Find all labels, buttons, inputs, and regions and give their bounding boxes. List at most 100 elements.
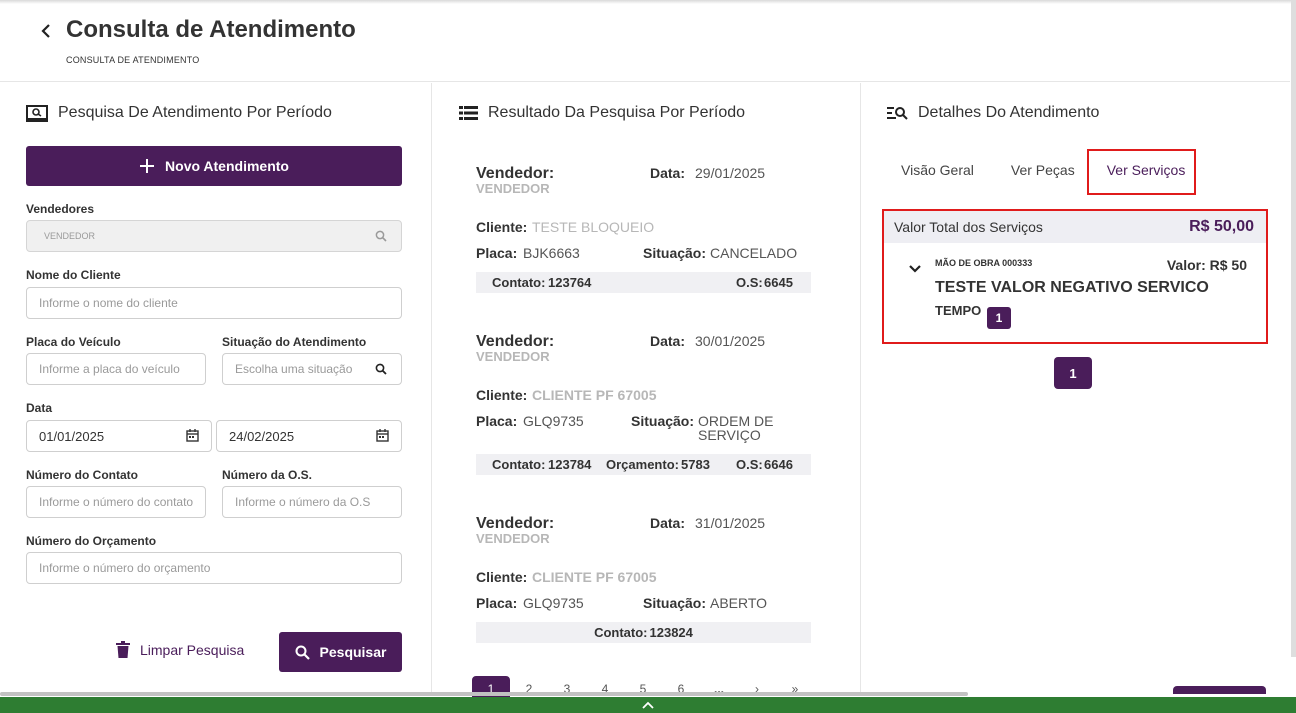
situacao-value: ABERTO <box>710 595 768 611</box>
data-value: 29/01/2025 <box>695 165 766 181</box>
page-header: Consulta de Atendimento CONSULTA DE ATEN… <box>0 0 1290 82</box>
contato-label: Contato: <box>492 275 546 290</box>
vertical-scrollbar[interactable] <box>1291 0 1296 657</box>
trash-icon <box>116 641 130 658</box>
plate-input[interactable] <box>26 353 206 385</box>
tab-overview[interactable]: Visão Geral <box>901 149 974 191</box>
situacao-label: Situação: <box>643 595 707 611</box>
active-tab-highlight <box>1087 149 1196 195</box>
details-panel-title: Detalhes Do Atendimento <box>887 104 1099 122</box>
calendar-icon[interactable] <box>185 428 199 442</box>
clear-search-button[interactable]: Limpar Pesquisa <box>116 641 244 658</box>
result-card[interactable]: Vendedor: VENDEDOR Data: 29/01/2025 Clie… <box>476 163 811 293</box>
services-box: Valor Total dos Serviços R$ 50,00 MÃO DE… <box>882 209 1268 344</box>
clear-search-label: Limpar Pesquisa <box>140 641 245 658</box>
placa-label: Placa: <box>476 245 518 261</box>
vendedor-value: VENDEDOR <box>476 181 550 196</box>
os-label: Número da O.S. <box>222 468 313 482</box>
bottom-bar[interactable] <box>0 697 1296 713</box>
search-panel-title: Pesquisa De Atendimento Por Período <box>26 104 332 122</box>
new-attendance-button[interactable]: Novo Atendimento <box>26 146 402 186</box>
contato-value: 123784 <box>548 457 592 472</box>
orcamento-label: Número do Orçamento <box>26 534 157 548</box>
contact-number-input[interactable] <box>26 486 206 518</box>
horizontal-scrollbar[interactable] <box>0 692 968 696</box>
search-icon <box>295 645 310 660</box>
service-time-badge: 1 <box>987 307 1011 329</box>
os-number-input[interactable] <box>222 486 402 518</box>
back-button[interactable] <box>38 22 54 40</box>
placa-label: Placa: <box>476 413 518 429</box>
placa-value: BJK6663 <box>523 245 580 261</box>
situacao-label: Situação: <box>631 413 695 429</box>
page-subtitle: CONSULTA DE ATENDIMENTO <box>66 55 200 65</box>
search-button-label: Pesquisar <box>319 644 387 660</box>
situacao-value: CANCELADO <box>710 245 798 261</box>
chevron-left-icon <box>41 24 50 38</box>
search-icon[interactable] <box>374 229 388 243</box>
details-panel: Detalhes Do Atendimento Visão Geral Ver … <box>861 83 1290 694</box>
list-search-icon <box>887 107 908 120</box>
placa-value: GLQ9735 <box>523 595 584 611</box>
results-panel-title-text: Resultado Da Pesquisa Por Período <box>488 104 746 121</box>
service-time-label: TEMPO <box>935 303 982 318</box>
budget-number-input[interactable] <box>26 552 402 584</box>
result-card[interactable]: Vendedor: VENDEDOR Data: 31/01/2025 Clie… <box>476 513 811 648</box>
placa-label: Placa do Veículo <box>26 335 121 349</box>
vendedor-value: VENDEDOR <box>476 531 550 546</box>
services-total-label: Valor Total dos Serviços <box>894 219 1043 235</box>
client-name-input[interactable] <box>26 287 402 319</box>
cliente-label: Cliente: <box>476 569 528 585</box>
tab-parts[interactable]: Ver Peças <box>1011 149 1075 191</box>
search-panel-title-text: Pesquisa De Atendimento Por Período <box>58 104 332 121</box>
services-page-button[interactable]: 1 <box>1054 357 1092 389</box>
orcamento-value: 5783 <box>681 457 710 472</box>
result-info-bar: Contato: 123764 O.S: 6645 <box>476 272 811 293</box>
data-label: Data <box>26 401 53 415</box>
contato-label: Número do Contato <box>26 468 138 482</box>
os-label: O.S: <box>736 275 763 290</box>
cliente-value: TESTE BLOQUEIO <box>532 219 655 235</box>
data-value: 30/01/2025 <box>695 333 766 349</box>
placa-value: GLQ9735 <box>523 413 584 429</box>
search-panel: Pesquisa De Atendimento Por Período Novo… <box>0 83 432 693</box>
situacao-label: Situação: <box>643 245 707 261</box>
situacao-label: Situação do Atendimento <box>222 335 367 349</box>
vendedor-value: VENDEDOR <box>476 349 550 364</box>
situacao-value-line2: SERVIÇO <box>698 427 761 443</box>
chevron-down-icon[interactable] <box>908 261 922 275</box>
cliente-label: Cliente: <box>476 387 528 403</box>
contato-value: 123824 <box>649 625 693 640</box>
app-root: Consulta de Atendimento CONSULTA DE ATEN… <box>0 0 1296 713</box>
search-button[interactable]: Pesquisar <box>279 632 402 672</box>
contato-value: 123764 <box>548 275 592 290</box>
results-panel: Resultado Da Pesquisa Por Período Vended… <box>432 83 861 702</box>
details-panel-title-text: Detalhes Do Atendimento <box>918 104 1100 121</box>
search-icon[interactable] <box>374 362 388 376</box>
cliente-value: CLIENTE PF 67005 <box>532 387 657 403</box>
result-info-bar: Contato: 123784 Orçamento: 5783 O.S: 664… <box>476 454 811 475</box>
new-attendance-label: Novo Atendimento <box>165 158 289 174</box>
data-label: Data: <box>650 515 686 531</box>
partial-button[interactable] <box>1173 686 1266 694</box>
data-label: Data: <box>650 333 686 349</box>
vendedores-field[interactable] <box>26 220 402 252</box>
placa-label: Placa: <box>476 595 518 611</box>
page-title: Consulta de Atendimento <box>66 16 356 43</box>
os-value: 6646 <box>764 457 793 472</box>
chevron-up-icon <box>642 701 654 709</box>
calendar-icon[interactable] <box>375 428 389 442</box>
cliente-label: Nome do Cliente <box>26 268 121 282</box>
data-value: 31/01/2025 <box>695 515 766 531</box>
services-total-value: R$ 50,00 <box>1189 218 1254 235</box>
list-icon <box>459 106 478 120</box>
service-name: TESTE VALOR NEGATIVO SERVICO <box>935 279 1209 296</box>
cliente-value: CLIENTE PF 67005 <box>532 569 657 585</box>
services-total-header: Valor Total dos Serviços R$ 50,00 <box>884 211 1266 243</box>
result-card[interactable]: Vendedor: VENDEDOR Data: 30/01/2025 Clie… <box>476 331 811 481</box>
os-label: O.S: <box>736 457 763 472</box>
search-screen-icon <box>26 104 48 122</box>
contato-label: Contato: <box>594 625 648 640</box>
vendedores-label: Vendedores <box>26 202 95 216</box>
service-code: MÃO DE OBRA 000333 <box>935 258 1033 268</box>
